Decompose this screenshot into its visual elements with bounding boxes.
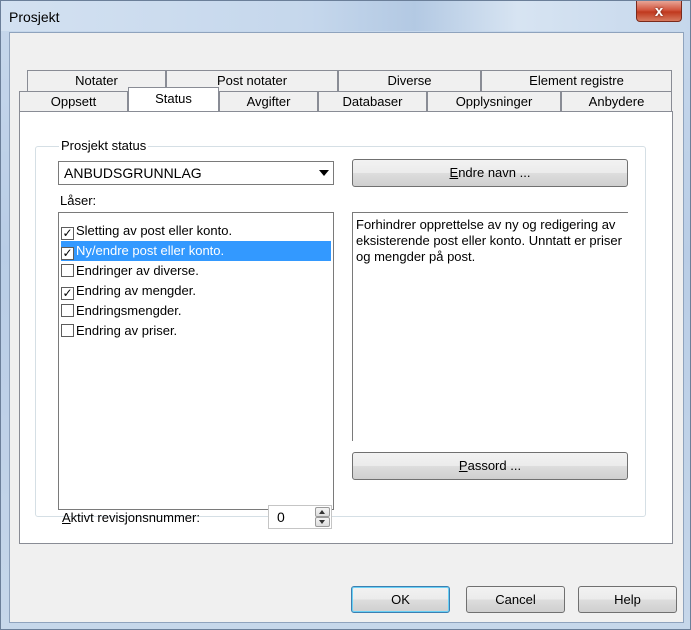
window-title: Prosjekt	[9, 9, 60, 25]
button-label: Cancel	[495, 592, 536, 607]
checkbox[interactable]: ✓	[61, 287, 74, 300]
cancel-button[interactable]: Cancel	[466, 586, 565, 613]
help-button[interactable]: Help	[578, 586, 677, 613]
tab-status[interactable]: Status	[128, 87, 219, 111]
combo-value: ANBUDSGRUNNLAG	[64, 165, 202, 181]
tab-label: Opplysninger	[455, 94, 533, 109]
tab-databaser[interactable]: Databaser	[318, 91, 427, 112]
item-label: Sletting av post eller konto.	[76, 223, 233, 238]
lock-description: Forhindrer opprettelse av ny og redigeri…	[352, 212, 628, 441]
list-item[interactable]: Endringsmengder.	[61, 301, 331, 321]
checkbox[interactable]: ✓	[61, 227, 74, 240]
list-item[interactable]: Endringer av diverse.	[61, 261, 331, 281]
dialog-window: Prosjekt x Notater Post notater Diverse …	[0, 0, 691, 630]
ok-button[interactable]: OK	[351, 586, 450, 613]
revision-value: 0	[277, 509, 285, 525]
tab-label: Anbydere	[588, 94, 645, 109]
item-label: Endringer av diverse.	[76, 263, 199, 278]
button-label: assord ...	[467, 458, 522, 473]
tab-label: Databaser	[342, 94, 403, 109]
locks-label: Låser:	[60, 193, 97, 208]
list-item[interactable]: ✓ Endring av mengder.	[61, 281, 331, 301]
checkbox[interactable]	[61, 304, 74, 317]
revision-number-stepper[interactable]: 0	[268, 505, 332, 529]
chevron-down-icon[interactable]	[319, 170, 329, 176]
tab-element-registre[interactable]: Element registre	[481, 70, 672, 91]
tab-diverse[interactable]: Diverse	[338, 70, 481, 91]
tab-label: Oppsett	[50, 94, 97, 109]
tab-anbydere[interactable]: Anbydere	[561, 91, 672, 112]
close-button[interactable]: x	[636, 1, 682, 22]
button-label: ndre navn ...	[458, 165, 531, 180]
revision-label: Aktivt revisjonsnummer:	[62, 510, 200, 525]
close-icon: x	[654, 2, 664, 20]
group-label: Prosjekt status	[59, 138, 149, 153]
list-item[interactable]: ✓ Sletting av post eller konto.	[61, 221, 331, 241]
accel-char: E	[449, 165, 459, 180]
accel-char: P	[458, 458, 468, 473]
list-item[interactable]: Endring av priser.	[61, 321, 331, 341]
locks-listbox[interactable]: ✓ Sletting av post eller konto. ✓ Ny/endre…	[58, 212, 334, 510]
tab-opplysninger[interactable]: Opplysninger	[427, 91, 561, 112]
project-status-combo[interactable]: ANBUDSGRUNNLAG	[58, 161, 334, 185]
tab-label: Diverse	[387, 73, 432, 88]
title-bar[interactable]: Prosjekt x	[1, 1, 690, 31]
checkbox[interactable]: ✓	[61, 247, 74, 260]
tab-label: Element registre	[529, 73, 624, 88]
tab-label: Status	[155, 91, 192, 106]
accel-char: A	[62, 510, 71, 525]
spin-down-button[interactable]	[315, 517, 330, 527]
rename-button[interactable]: Endre navn ...	[352, 159, 628, 187]
checkbox[interactable]	[61, 324, 74, 337]
chevron-down-icon	[319, 520, 325, 524]
tab-avgifter[interactable]: Avgifter	[219, 91, 318, 112]
checkbox[interactable]	[61, 264, 74, 277]
password-button[interactable]: Passord ...	[352, 452, 628, 480]
item-label: Endring av mengder.	[76, 283, 196, 298]
tab-label: Post notater	[216, 73, 288, 88]
tab-label: Notater	[75, 73, 118, 88]
item-label: Endringsmengder.	[76, 303, 182, 318]
button-label: OK	[391, 592, 410, 607]
item-label: Ny/endre post eller konto.	[76, 243, 225, 258]
chevron-up-icon	[319, 510, 325, 514]
tab-label: Avgifter	[246, 94, 291, 109]
tab-oppsett[interactable]: Oppsett	[19, 91, 128, 112]
item-label: Endring av priser.	[76, 323, 178, 338]
spin-up-button[interactable]	[315, 507, 330, 517]
list-item[interactable]: ✓ Ny/endre post eller konto.	[61, 241, 331, 261]
revision-label-text: ktivt revisjonsnummer:	[70, 510, 200, 525]
button-label: Help	[614, 592, 641, 607]
